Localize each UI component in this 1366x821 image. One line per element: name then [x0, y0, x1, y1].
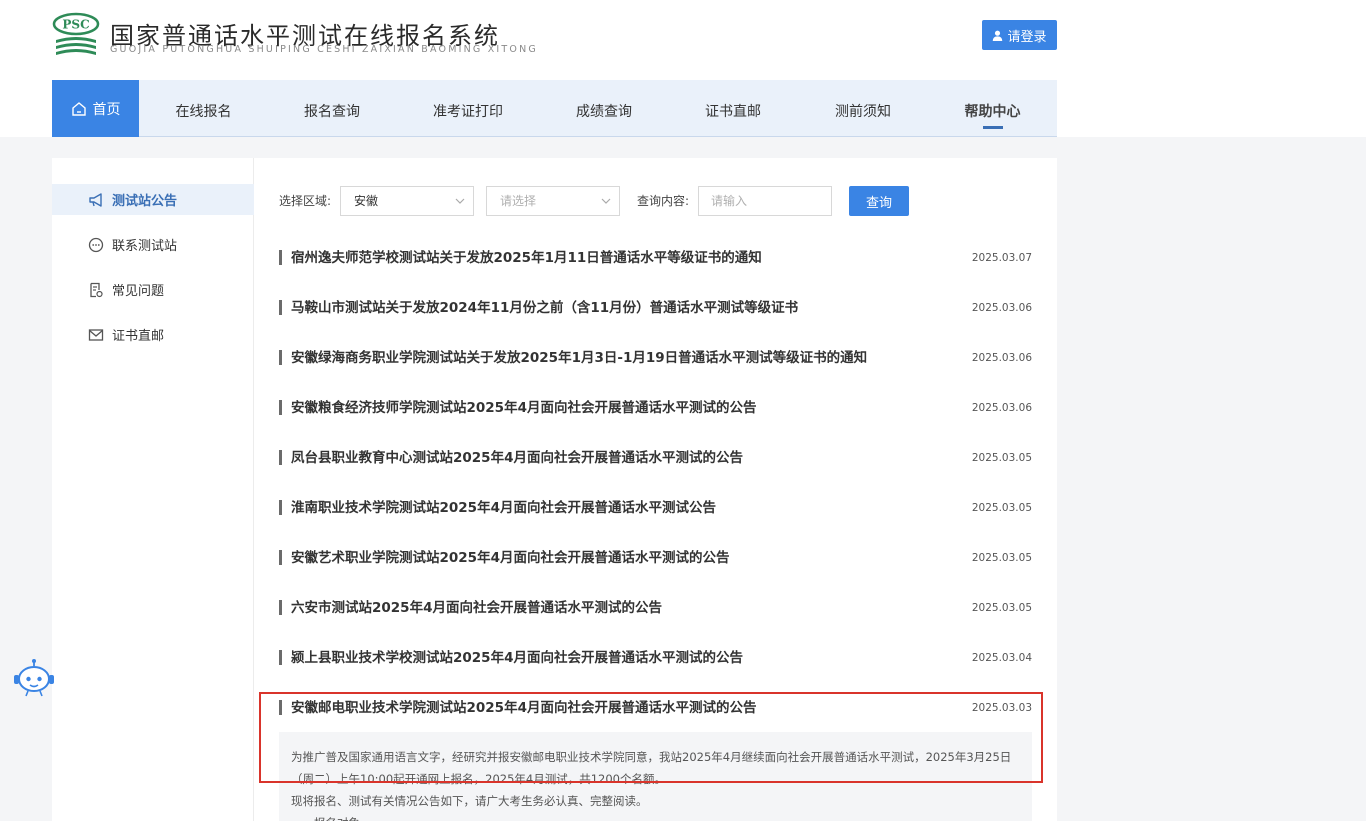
news-date: 2025.03.05 — [971, 552, 1032, 564]
mail-icon — [88, 328, 104, 341]
chevron-down-icon — [455, 198, 465, 204]
news-marker — [279, 350, 282, 365]
sidebar-item-certificate-mail[interactable]: 证书直邮 — [52, 319, 254, 350]
news-item[interactable]: 淮南职业技术学院测试站2025年4月面向社会开展普通话水平测试公告 2025.03… — [279, 496, 1032, 520]
site-logo[interactable]: PSC 国家普通话水平测试在线报名系统 GUOJIA PUTONGHUA SHU… — [52, 12, 536, 62]
news-item[interactable]: 安徽艺术职业学院测试站2025年4月面向社会开展普通话水平测试的公告 2025.0… — [279, 546, 1032, 570]
nav-item-online-registration[interactable]: 在线报名 — [139, 85, 268, 137]
news-title[interactable]: 六安市测试站2025年4月面向社会开展普通话水平测试的公告 — [291, 596, 662, 620]
nav-label: 测前须知 — [835, 104, 891, 120]
news-marker — [279, 500, 282, 515]
detail-line: （周二）上午10:00起开通网上报名，2025年4月测试，共1200个名额。 — [291, 772, 666, 786]
news-item[interactable]: 安徽邮电职业技术学院测试站2025年4月面向社会开展普通话水平测试的公告 2025… — [279, 696, 1032, 720]
nav-label: 在线报名 — [175, 104, 232, 120]
news-detail: 为推广普及国家通用语言文字，经研究并报安徽邮电职业技术学院同意，我站2025年4… — [279, 732, 1032, 821]
active-underline — [982, 126, 1003, 129]
news-item[interactable]: 凤台县职业教育中心测试站2025年4月面向社会开展普通话水平测试的公告 2025.… — [279, 446, 1032, 470]
nav-label: 首页 — [92, 101, 121, 118]
nav-item-registration-query[interactable]: 报名查询 — [268, 85, 396, 137]
nav-label: 报名查询 — [304, 104, 360, 120]
news-item[interactable]: 宿州逸夫师范学校测试站关于发放2025年1月11日普通话水平等级证书的通知 202… — [279, 246, 1032, 270]
news-title[interactable]: 安徽绿海商务职业学院测试站关于发放2025年1月3日-1月19日普通话水平测试等… — [291, 346, 867, 370]
news-item[interactable]: 马鞍山市测试站关于发放2024年11月份之前（含11月份）普通话水平测试等级证书… — [279, 296, 1032, 320]
news-item[interactable]: 安徽绿海商务职业学院测试站关于发放2025年1月3日-1月19日普通话水平测试等… — [279, 346, 1032, 370]
news-date: 2025.03.05 — [971, 602, 1032, 614]
news-marker — [279, 650, 282, 665]
news-title[interactable]: 马鞍山市测试站关于发放2024年11月份之前（含11月份）普通话水平测试等级证书 — [291, 296, 798, 320]
logo-badge-text: PSC — [62, 18, 89, 32]
news-marker — [279, 450, 282, 465]
chevron-down-icon — [601, 198, 611, 204]
news-marker — [279, 600, 282, 615]
region-select-value: 安徽 — [354, 194, 379, 208]
news-marker — [279, 250, 282, 265]
news-date: 2025.03.05 — [971, 502, 1032, 514]
news-date: 2025.03.06 — [971, 352, 1032, 364]
sidebar-item-label: 证书直邮 — [112, 329, 165, 344]
news-title[interactable]: 宿州逸夫师范学校测试站关于发放2025年1月11日普通话水平等级证书的通知 — [291, 246, 762, 270]
sub-region-placeholder: 请选择 — [500, 194, 537, 208]
chat-icon — [88, 237, 104, 252]
news-marker — [279, 300, 282, 315]
news-title[interactable]: 颍上县职业技术学校测试站2025年4月面向社会开展普通话水平测试的公告 — [291, 646, 743, 670]
psc-logo-icon: PSC — [52, 12, 100, 55]
nav-item-home[interactable]: 首页 — [52, 80, 139, 137]
login-label: 请登录 — [1007, 29, 1047, 45]
news-date: 2025.03.05 — [971, 452, 1032, 464]
megaphone-icon — [89, 192, 102, 207]
nav-item-certificate-mail[interactable]: 证书直邮 — [668, 85, 798, 137]
news-marker — [279, 700, 282, 715]
region-label: 选择区域: — [279, 194, 332, 208]
detail-line: 现将报名、测试有关情况公告如下，请广大考生务必认真、完整阅读。 — [291, 794, 648, 808]
content-panel: 测试站公告 联系测试站 常见问题 证书直邮 选择区域: 安徽 请选择 查询内容:… — [52, 158, 1057, 821]
news-date: 2025.03.04 — [971, 652, 1032, 664]
login-button[interactable]: 请登录 — [982, 20, 1057, 50]
sidebar-item-faq[interactable]: 常见问题 — [52, 274, 254, 305]
sidebar-item-label: 常见问题 — [112, 284, 165, 299]
nav-label: 准考证打印 — [433, 104, 503, 120]
sidebar-item-label: 测试站公告 — [112, 194, 178, 209]
chatbot-robot-icon[interactable] — [12, 658, 56, 698]
news-date: 2025.03.03 — [971, 702, 1032, 714]
news-title[interactable]: 淮南职业技术学院测试站2025年4月面向社会开展普通话水平测试公告 — [291, 496, 716, 520]
news-title[interactable]: 凤台县职业教育中心测试站2025年4月面向社会开展普通话水平测试的公告 — [291, 446, 743, 470]
document-icon — [90, 282, 103, 297]
news-date: 2025.03.07 — [971, 252, 1032, 264]
detail-line: 一、报名对象 — [291, 812, 1018, 821]
news-item[interactable]: 六安市测试站2025年4月面向社会开展普通话水平测试的公告 2025.03.05 — [279, 596, 1032, 620]
news-date: 2025.03.06 — [971, 302, 1032, 314]
filter-bar: 选择区域: 安徽 请选择 查询内容: 查询 — [279, 186, 999, 216]
query-label: 查询内容: — [637, 194, 690, 208]
news-item[interactable]: 颍上县职业技术学校测试站2025年4月面向社会开展普通话水平测试的公告 2025.… — [279, 646, 1032, 670]
nav-item-score-query[interactable]: 成绩查询 — [540, 85, 668, 137]
nav-label: 成绩查询 — [576, 104, 632, 120]
news-marker — [279, 550, 282, 565]
sidebar-item-contact[interactable]: 联系测试站 — [52, 229, 254, 260]
site-subtitle: GUOJIA PUTONGHUA SHUIPING CESHI ZAIXIAN … — [110, 44, 538, 55]
nav-item-pre-test-notice[interactable]: 测前须知 — [798, 85, 928, 137]
sidebar: 测试站公告 联系测试站 常见问题 证书直邮 — [52, 158, 254, 821]
news-date: 2025.03.06 — [971, 402, 1032, 414]
nav-item-admission-ticket[interactable]: 准考证打印 — [396, 85, 540, 137]
main-nav: 首页 在线报名 报名查询 准考证打印 成绩查询 证书直邮 测前须知 帮助中心 — [52, 80, 1057, 137]
query-button[interactable]: 查询 — [849, 186, 909, 216]
news-title[interactable]: 安徽艺术职业学院测试站2025年4月面向社会开展普通话水平测试的公告 — [291, 546, 729, 570]
nav-item-help-center[interactable]: 帮助中心 — [928, 85, 1057, 137]
sub-region-select[interactable]: 请选择 — [486, 186, 620, 216]
region-select[interactable]: 安徽 — [340, 186, 474, 216]
news-title[interactable]: 安徽邮电职业技术学院测试站2025年4月面向社会开展普通话水平测试的公告 — [291, 696, 756, 720]
sidebar-item-label: 联系测试站 — [112, 239, 178, 254]
user-icon — [993, 30, 1003, 41]
detail-line: 为推广普及国家通用语言文字，经研究并报安徽邮电职业技术学院同意，我站2025年4… — [291, 750, 1012, 764]
nav-label: 帮助中心 — [964, 104, 1021, 120]
news-item[interactable]: 安徽粮食经济技师学院测试站2025年4月面向社会开展普通话水平测试的公告 2025… — [279, 396, 1032, 420]
news-marker — [279, 400, 282, 415]
home-icon — [71, 101, 86, 116]
news-title[interactable]: 安徽粮食经济技师学院测试站2025年4月面向社会开展普通话水平测试的公告 — [291, 396, 756, 420]
nav-label: 证书直邮 — [705, 104, 761, 120]
sidebar-item-announcements[interactable]: 测试站公告 — [52, 184, 254, 215]
query-input[interactable] — [698, 186, 832, 216]
